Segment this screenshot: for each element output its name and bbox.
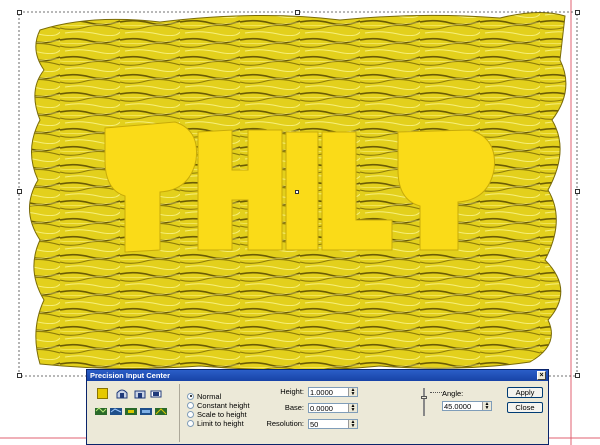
- mode-scale-to-height[interactable]: Scale to height: [187, 410, 247, 419]
- radio-constant-height[interactable]: [187, 401, 194, 409]
- handle-icon[interactable]: [575, 10, 580, 15]
- arch-icon[interactable]: [134, 388, 146, 399]
- dome-icon[interactable]: [116, 388, 128, 399]
- angle-slider-thumb[interactable]: [421, 396, 427, 399]
- handle-icon[interactable]: [17, 189, 22, 194]
- angle-slider[interactable]: [421, 388, 427, 416]
- mode-limit-to-height[interactable]: Limit to height: [187, 419, 244, 428]
- radio-normal[interactable]: [187, 392, 194, 400]
- emboss-tool-4-icon[interactable]: [140, 406, 152, 416]
- dialog-title: Precision Input Center: [87, 370, 548, 381]
- color-swatch-icon[interactable]: [97, 388, 108, 399]
- handle-icon[interactable]: [17, 10, 22, 15]
- separator: [179, 384, 180, 442]
- emboss-tool-2-icon[interactable]: [110, 406, 122, 416]
- resolution-field[interactable]: ▲▼: [308, 419, 358, 429]
- close-icon[interactable]: ×: [537, 371, 546, 380]
- mode-normal-label: Normal: [197, 392, 222, 401]
- emboss-tool-1-icon[interactable]: [95, 406, 107, 416]
- base-spinner[interactable]: ▲ ▼: [348, 404, 357, 413]
- handle-icon[interactable]: [17, 373, 22, 378]
- resolution-input[interactable]: [310, 420, 346, 428]
- emboss-tool-3-icon[interactable]: [125, 406, 137, 416]
- angle-spinner[interactable]: ▲ ▼: [482, 402, 491, 411]
- base-input[interactable]: [310, 404, 346, 412]
- angle-label: Angle:: [442, 389, 464, 398]
- radio-scale-to-height[interactable]: [187, 410, 194, 418]
- center-handle-icon[interactable]: [295, 190, 299, 194]
- handle-icon[interactable]: [575, 373, 580, 378]
- angle-input[interactable]: [444, 402, 480, 410]
- precision-input-dialog: Precision Input Center × Normal Constant…: [86, 369, 549, 445]
- height-label: Height:: [280, 387, 304, 396]
- handle-icon[interactable]: [575, 189, 580, 194]
- mode-limit-to-height-label: Limit to height: [197, 419, 244, 428]
- angle-field[interactable]: ▲▼: [442, 401, 492, 411]
- close-button[interactable]: Close: [507, 402, 543, 413]
- mode-scale-to-height-label: Scale to height: [197, 410, 247, 419]
- emboss-tool-5-icon[interactable]: [155, 406, 167, 416]
- base-field[interactable]: ▲▼: [308, 403, 358, 413]
- base-label: Base:: [284, 403, 304, 412]
- mode-normal[interactable]: Normal: [187, 392, 221, 401]
- resolution-label: Resolution:: [266, 419, 304, 428]
- height-spinner[interactable]: ▲ ▼: [348, 388, 357, 397]
- mode-constant-height[interactable]: Constant height: [187, 401, 250, 410]
- apply-button[interactable]: Apply: [507, 387, 543, 398]
- handle-icon[interactable]: [295, 10, 300, 15]
- flat-icon[interactable]: [150, 388, 162, 399]
- height-input[interactable]: [310, 388, 346, 396]
- mode-constant-height-label: Constant height: [197, 401, 250, 410]
- radio-limit-to-height[interactable]: [187, 419, 194, 427]
- resolution-spinner[interactable]: ▲ ▼: [348, 420, 357, 429]
- height-field[interactable]: ▲▼: [308, 387, 358, 397]
